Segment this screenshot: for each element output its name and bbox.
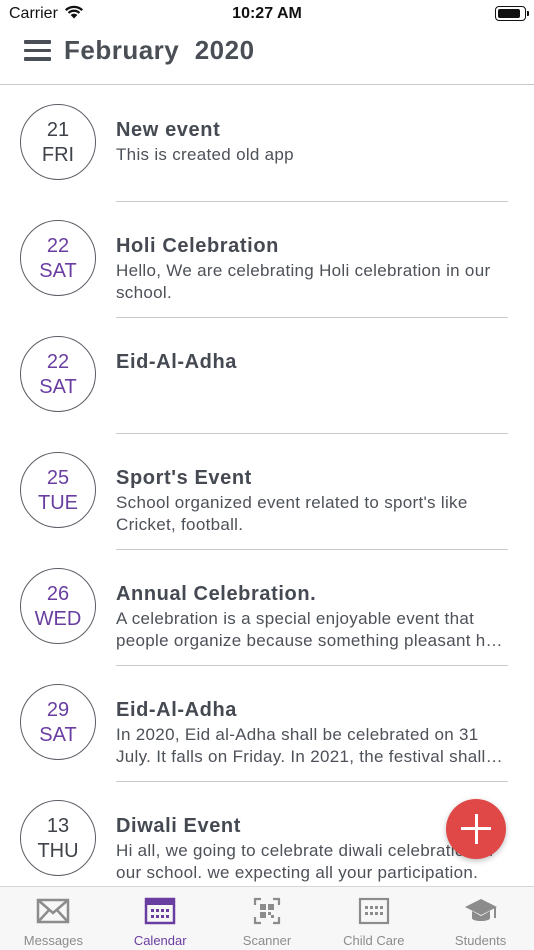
calendar-icon bbox=[144, 897, 176, 925]
hamburger-menu-icon[interactable] bbox=[24, 38, 52, 62]
event-description: School organized event related to sport'… bbox=[116, 493, 468, 534]
event-row[interactable]: 29 SAT Eid-Al-Adha In 2020, Eid al-Adha sha… bbox=[0, 666, 534, 782]
event-day: 22 bbox=[46, 235, 70, 257]
event-weekday: SAT bbox=[39, 260, 77, 282]
event-day: 22 bbox=[46, 351, 70, 373]
event-weekday: THU bbox=[37, 840, 79, 862]
tab-label: Scanner bbox=[242, 933, 292, 948]
event-description: In 2020, Eid al-Adha shall be celebrated… bbox=[116, 725, 486, 766]
event-day: 13 bbox=[46, 815, 70, 837]
date-badge: 25 TUE bbox=[20, 452, 96, 528]
event-list[interactable]: 21 FRI New event This is created old app 22 S… bbox=[0, 86, 534, 886]
graduation-cap-icon bbox=[464, 899, 497, 921]
date-badge: 29 SAT bbox=[20, 684, 96, 760]
event-weekday: TUE bbox=[38, 492, 78, 514]
page-title: February 2020 bbox=[64, 35, 255, 65]
status-time: 10:27 AM bbox=[232, 5, 302, 22]
add-event-button[interactable] bbox=[446, 799, 506, 859]
event-weekday: FRI bbox=[41, 144, 75, 166]
child-care-calendar-icon bbox=[358, 897, 389, 925]
date-badge: 22 SAT bbox=[20, 336, 96, 412]
event-title: Holi Celebration bbox=[116, 235, 279, 257]
event-day: 25 bbox=[46, 467, 70, 489]
event-day: 29 bbox=[46, 699, 70, 721]
event-title: Eid-Al-Adha bbox=[116, 699, 238, 721]
event-day: 26 bbox=[46, 583, 70, 605]
tab-label: Students bbox=[454, 933, 507, 948]
navigation-bar: February 2020 bbox=[0, 28, 534, 85]
status-bar: Carrier 10:27 AM bbox=[0, 0, 534, 28]
tab-messages[interactable]: Messages bbox=[0, 887, 107, 950]
event-description: Hello, We are celebrating Holi celebrati… bbox=[116, 261, 491, 302]
tab-scanner[interactable]: Scanner bbox=[214, 887, 321, 950]
event-description: Hi all, we going to celebrate diwali cel… bbox=[116, 841, 494, 882]
date-badge: 13 THU bbox=[20, 800, 96, 876]
event-row[interactable]: 22 SAT Holi Celebration Hello, We are celeb… bbox=[0, 202, 534, 318]
event-row[interactable]: 21 FRI New event This is created old app bbox=[0, 86, 534, 202]
event-row[interactable]: 22 SAT Eid-Al-Adha bbox=[0, 318, 534, 434]
event-weekday: WED bbox=[34, 608, 82, 630]
event-row[interactable]: 26 WED Annual Celebration. A celebration is… bbox=[0, 550, 534, 666]
date-badge: 26 WED bbox=[20, 568, 96, 644]
battery-icon bbox=[495, 6, 529, 21]
event-row[interactable]: 25 TUE Sport's Event School organized event… bbox=[0, 434, 534, 550]
tab-label: Child Care bbox=[343, 933, 405, 948]
qr-scanner-icon bbox=[253, 897, 281, 925]
tab-label: Calendar bbox=[133, 933, 187, 948]
event-description: This is created old app bbox=[116, 145, 294, 164]
event-description: A celebration is a special enjoyable eve… bbox=[116, 609, 505, 650]
date-badge: 22 SAT bbox=[20, 220, 96, 296]
date-badge: 21 FRI bbox=[20, 104, 96, 180]
envelope-icon bbox=[37, 898, 70, 924]
tab-students[interactable]: Students bbox=[427, 887, 534, 950]
event-weekday: SAT bbox=[39, 724, 77, 746]
tab-bar: Messages Calendar Scanner Child Care Stu… bbox=[0, 886, 534, 950]
battery-level bbox=[498, 9, 520, 18]
event-title: New event bbox=[116, 119, 221, 141]
event-day: 21 bbox=[46, 119, 70, 141]
tab-child-care[interactable]: Child Care bbox=[320, 887, 427, 950]
tab-calendar[interactable]: Calendar bbox=[107, 887, 214, 950]
event-title: Sport's Event bbox=[116, 467, 252, 489]
tab-label: Messages bbox=[23, 933, 84, 948]
event-title: Eid-Al-Adha bbox=[116, 351, 238, 373]
event-weekday: SAT bbox=[39, 376, 77, 398]
event-title: Annual Celebration. bbox=[116, 583, 317, 605]
